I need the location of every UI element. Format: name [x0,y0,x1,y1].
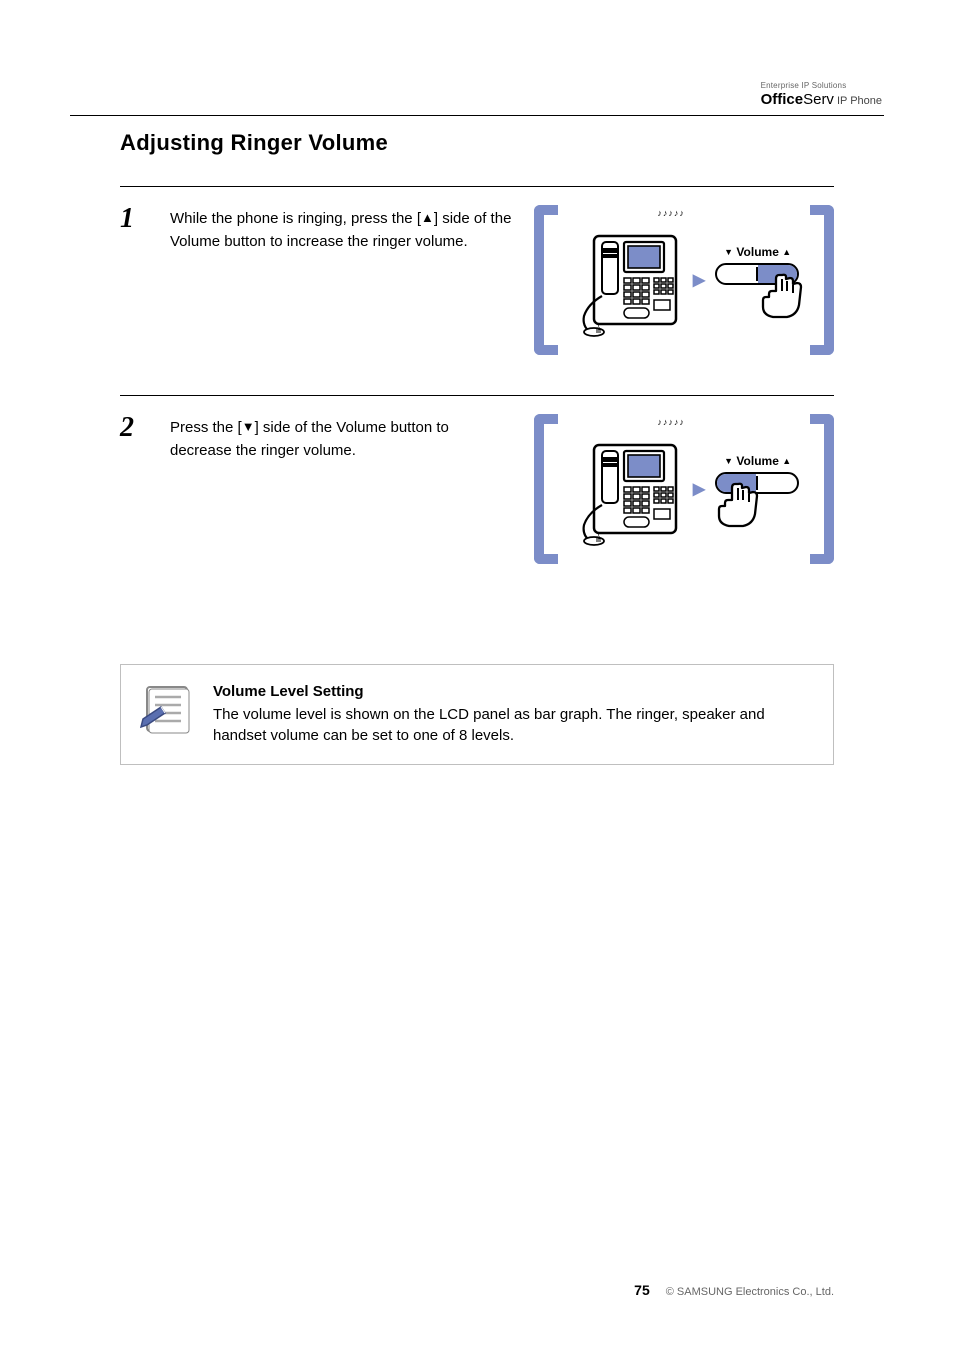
down-arrow-icon: ▼ [242,419,255,434]
note-icon [139,683,193,737]
volume-up-icon: ▲ [782,456,791,466]
page-number: 75 [634,1282,650,1298]
chevron-right-icon: ▶ [693,270,705,290]
desk-phone-icon [568,427,683,547]
step-text: While the phone is ringing, press the [▲… [170,205,514,253]
bracket-left-icon [534,205,544,355]
bracket-right-icon [824,414,834,564]
volume-label: ▼ Volume ▲ [724,245,791,259]
volume-control-illustration: ▼ Volume ▲ [715,454,800,524]
step-1: 1 While the phone is ringing, press the … [120,187,834,395]
hand-press-icon [717,482,759,528]
brand-office: Office [761,91,804,108]
step-illustration: ♪♪♪♪♪ [534,205,834,355]
chevron-right-icon: ▶ [693,479,705,499]
brand-serv: Serv [803,91,834,108]
page-footer: 75 © SAMSUNG Electronics Co., Ltd. [634,1282,834,1298]
step-2: 2 Press the [▼] side of the Volume butto… [120,396,834,604]
volume-down-icon: ▼ [724,456,733,466]
desk-phone-icon [568,218,683,338]
note-title: Volume Level Setting [213,683,815,700]
volume-control-illustration: ▼ Volume ▲ [715,245,800,315]
copyright-text: © SAMSUNG Electronics Co., Ltd. [666,1286,834,1298]
header-rule [70,115,884,116]
hand-press-icon [761,273,803,319]
section-title: Adjusting Ringer Volume [120,130,834,156]
bracket-left-icon [534,414,544,564]
note-body: The volume level is shown on the LCD pan… [213,704,815,746]
ring-sound-icon: ♪♪♪♪♪ [657,417,685,427]
step-text: Press the [▼] side of the Volume button … [170,414,514,462]
step-illustration: ♪♪♪♪♪ [534,414,834,564]
step-number: 2 [120,414,150,442]
header-brand: Enterprise IP Solutions OfficeServIP Pho… [761,82,882,108]
volume-down-icon: ▼ [724,247,733,257]
step-number: 1 [120,205,150,233]
ring-sound-icon: ♪♪♪♪♪ [657,208,685,218]
volume-label: ▼ Volume ▲ [724,454,791,468]
brand-tagline: Enterprise IP Solutions [761,82,882,91]
up-arrow-icon: ▲ [421,210,434,225]
note-box: Volume Level Setting The volume level is… [120,664,834,765]
bracket-right-icon [824,205,834,355]
volume-up-icon: ▲ [782,247,791,257]
brand-ipphone: IP Phone [837,95,882,107]
